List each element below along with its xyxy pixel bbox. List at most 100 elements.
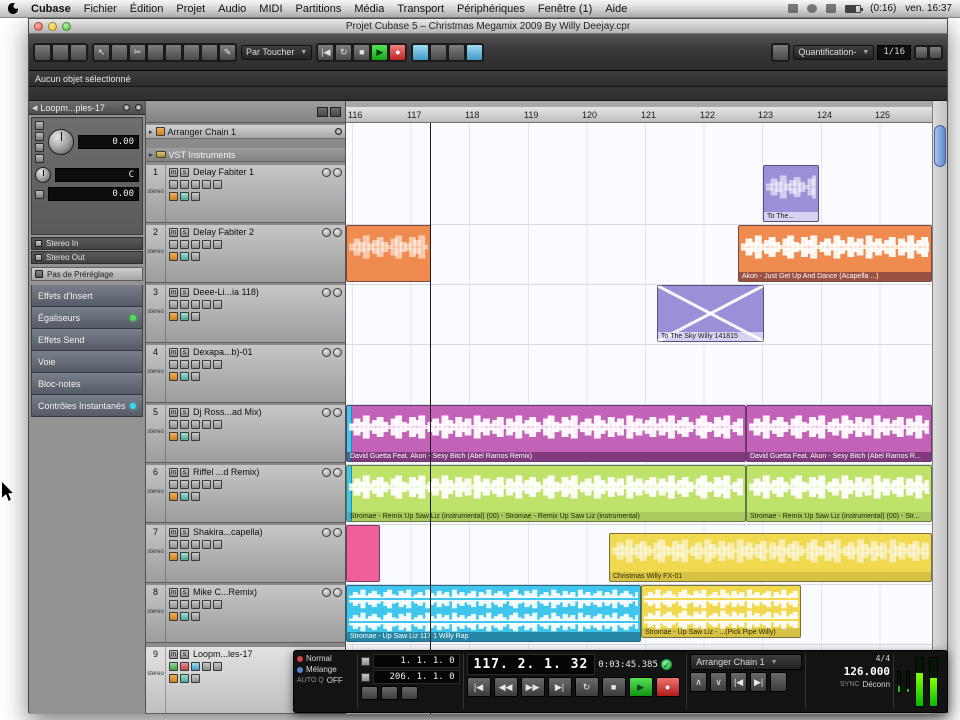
window-titlebar[interactable]: Projet Cubase 5 – Christmas Megamix 2009… bbox=[29, 19, 947, 34]
lock-button[interactable] bbox=[191, 492, 200, 501]
expand-icon[interactable]: ▸ bbox=[149, 151, 153, 159]
freeze-button[interactable] bbox=[213, 662, 222, 671]
audio-clip[interactable]: ▂▅▃▇▂▄▆▃▁▅▇▃▂▆▄▇▁▃▅▂▇▄▂▆▃▅▁▇▃▅▂▄▆▁▅▃▇▂▄▆… bbox=[346, 225, 431, 282]
infoline-toggle-button[interactable] bbox=[52, 43, 69, 61]
cycle-button[interactable]: ↻ bbox=[335, 43, 353, 61]
eq-state-button[interactable] bbox=[191, 180, 200, 189]
edit-channel-button[interactable] bbox=[169, 240, 178, 249]
monitor-button[interactable] bbox=[333, 527, 342, 537]
audio-clip[interactable]: ▂▅▃▇▂▄▆▃▁▅▇▃▂▆▄▇▁▃▅▂▇▄▂▆▃▅▁▇▃▅▂▄▆▁▅▃▇▂▄▆… bbox=[609, 533, 932, 582]
edit-channel-button[interactable] bbox=[169, 600, 178, 609]
edit-channel-button[interactable] bbox=[169, 480, 178, 489]
freeze-button[interactable] bbox=[213, 480, 222, 489]
timebase-icon[interactable] bbox=[180, 432, 189, 441]
tempo-value[interactable]: 126.000 bbox=[844, 665, 890, 678]
track-row-8[interactable]: 8 stereo m s Mike C...Remix) bbox=[146, 585, 345, 643]
monitor-button[interactable] bbox=[333, 287, 342, 297]
inserts-state-button[interactable] bbox=[180, 662, 189, 671]
audio-clip[interactable]: ▂▅▃▇▂▄▆▃▁▅▇▃▂▆▄▇▁▃▅▂▇▄▂▆▃▅▁▇▃▅▂▄▆▁▅▃▇▂▄▆… bbox=[738, 225, 932, 282]
track-name[interactable]: Deee-Li...ia 118) bbox=[193, 287, 318, 297]
solo-button[interactable]: s bbox=[180, 167, 189, 177]
solo-button[interactable]: s bbox=[180, 347, 189, 357]
punch-out-button[interactable] bbox=[361, 672, 371, 682]
volume-value[interactable]: 0.00 bbox=[78, 135, 139, 149]
record-arm-button[interactable] bbox=[322, 287, 331, 297]
timebase-icon[interactable] bbox=[180, 312, 189, 321]
autoscroll-button[interactable] bbox=[412, 43, 430, 61]
audio-clip[interactable]: ▂▅▃▇▂▄▆▃▁▅▇▃▂▆▄▇▁▃▅▂▇▄▂▆▃▅▁▇▃▅▂▄▆▁▅▃▇▂▄▆… bbox=[346, 405, 746, 462]
rewind-button[interactable]: ◀◀ bbox=[493, 677, 518, 697]
inserts-state-button[interactable] bbox=[180, 540, 189, 549]
inspector-section-notepad[interactable]: Bloc-notes bbox=[31, 373, 143, 395]
cycle-record-mode-value[interactable]: Mélange bbox=[306, 665, 337, 674]
edit-channel-button[interactable] bbox=[169, 662, 178, 671]
object-selection-tool[interactable]: ↖ bbox=[93, 43, 110, 61]
eq-state-button[interactable] bbox=[191, 600, 200, 609]
track-delay-value[interactable]: 0.00 bbox=[48, 187, 139, 201]
track-list-header-button[interactable] bbox=[330, 106, 341, 117]
mute-button[interactable]: m bbox=[169, 527, 178, 537]
track-row-2[interactable]: 2 stereo m s Delay Fabiter 2 bbox=[146, 225, 345, 283]
track-row-5[interactable]: 5 stereo m s Dj Ross...ad Mix) bbox=[146, 405, 345, 463]
monitor-button[interactable] bbox=[333, 467, 342, 477]
pan-knob[interactable] bbox=[35, 167, 51, 183]
inserts-state-button[interactable] bbox=[180, 480, 189, 489]
vertical-scrollbar[interactable] bbox=[932, 101, 947, 714]
record-mode-value[interactable]: Normal bbox=[306, 654, 332, 663]
timebase-icon[interactable] bbox=[180, 492, 189, 501]
solo-button[interactable]: s bbox=[180, 467, 189, 477]
lock-button[interactable] bbox=[191, 372, 200, 381]
goto-end-button[interactable]: ▶| bbox=[547, 677, 572, 697]
split-tool[interactable]: ✂ bbox=[129, 43, 146, 61]
musical-mode-icon[interactable] bbox=[169, 252, 178, 261]
volume-knob[interactable] bbox=[48, 129, 74, 155]
auto-quantize-value[interactable]: OFF bbox=[327, 676, 343, 685]
lock-button[interactable] bbox=[191, 192, 200, 201]
edit-channel-button[interactable] bbox=[169, 360, 178, 369]
mute-tool[interactable] bbox=[201, 43, 218, 61]
musical-mode-icon[interactable] bbox=[169, 372, 178, 381]
time-signature-value[interactable]: 4/4 bbox=[876, 654, 890, 663]
audio-clip[interactable]: ▂▅▃▇▂▄▆▃▁▅▇▃▂▆▄▇▁▃▅▂▇▄▂▆▃▅▁▇▃▅▂▄▆▁▅▃▇▂▄▆… bbox=[346, 585, 641, 642]
inspector-track-header[interactable]: ◀ Loopm...ples-17 bbox=[29, 101, 145, 115]
position-display[interactable]: 117. 2. 1. 32 bbox=[466, 654, 596, 675]
sends-state-button[interactable] bbox=[202, 540, 211, 549]
forward-button[interactable]: ▶▶ bbox=[520, 677, 545, 697]
record-arm-button[interactable] bbox=[322, 347, 331, 357]
edit-channel-button[interactable] bbox=[169, 420, 178, 429]
record-enable-icon[interactable] bbox=[123, 104, 130, 111]
track-row-4[interactable]: 4 stereo m s Dexapa...b)-01 bbox=[146, 345, 345, 403]
timebase-icon[interactable] bbox=[180, 192, 189, 201]
eq-state-button[interactable] bbox=[191, 420, 200, 429]
mute-mini-button[interactable] bbox=[35, 121, 44, 130]
pan-value[interactable]: C bbox=[55, 168, 139, 182]
inserts-state-button[interactable] bbox=[180, 420, 189, 429]
inspector-section-inserts[interactable]: Effets d'Insert bbox=[31, 285, 143, 307]
quantize-value-display[interactable]: 1/16 bbox=[877, 44, 911, 60]
audio-clip[interactable] bbox=[346, 525, 380, 582]
freeze-button[interactable] bbox=[213, 180, 222, 189]
arranger-activate-icon[interactable] bbox=[335, 128, 342, 135]
locator-option-button[interactable] bbox=[401, 686, 419, 700]
inspector-section-channel[interactable]: Voie bbox=[31, 351, 143, 373]
musical-mode-icon[interactable] bbox=[169, 552, 178, 561]
track-row-1[interactable]: 1 stereo m s Delay Fabiter 1 bbox=[146, 165, 345, 223]
monitor-button[interactable] bbox=[333, 407, 342, 417]
track-name[interactable]: Delay Fabiter 1 bbox=[193, 167, 318, 177]
stop-button[interactable]: ■ bbox=[353, 43, 371, 61]
inserts-state-button[interactable] bbox=[180, 180, 189, 189]
edit-channel-button[interactable] bbox=[169, 300, 178, 309]
goto-start-button[interactable]: |◀ bbox=[317, 43, 335, 61]
record-arm-button[interactable] bbox=[322, 587, 331, 597]
project-cursor[interactable] bbox=[430, 123, 431, 714]
menu-cubase[interactable]: Cubase bbox=[31, 3, 71, 15]
musical-mode-icon[interactable] bbox=[169, 674, 178, 683]
freeze-button[interactable] bbox=[213, 540, 222, 549]
solo-button[interactable]: s bbox=[180, 587, 189, 597]
autoscroll-mode-dropdown[interactable]: Par Toucher ▼ bbox=[241, 44, 313, 60]
sends-state-button[interactable] bbox=[202, 600, 211, 609]
sends-state-button[interactable] bbox=[202, 180, 211, 189]
expand-icon[interactable]: ▸ bbox=[149, 128, 153, 136]
draw-tool[interactable]: ✎ bbox=[219, 43, 236, 61]
apple-menu-icon[interactable] bbox=[8, 3, 18, 14]
